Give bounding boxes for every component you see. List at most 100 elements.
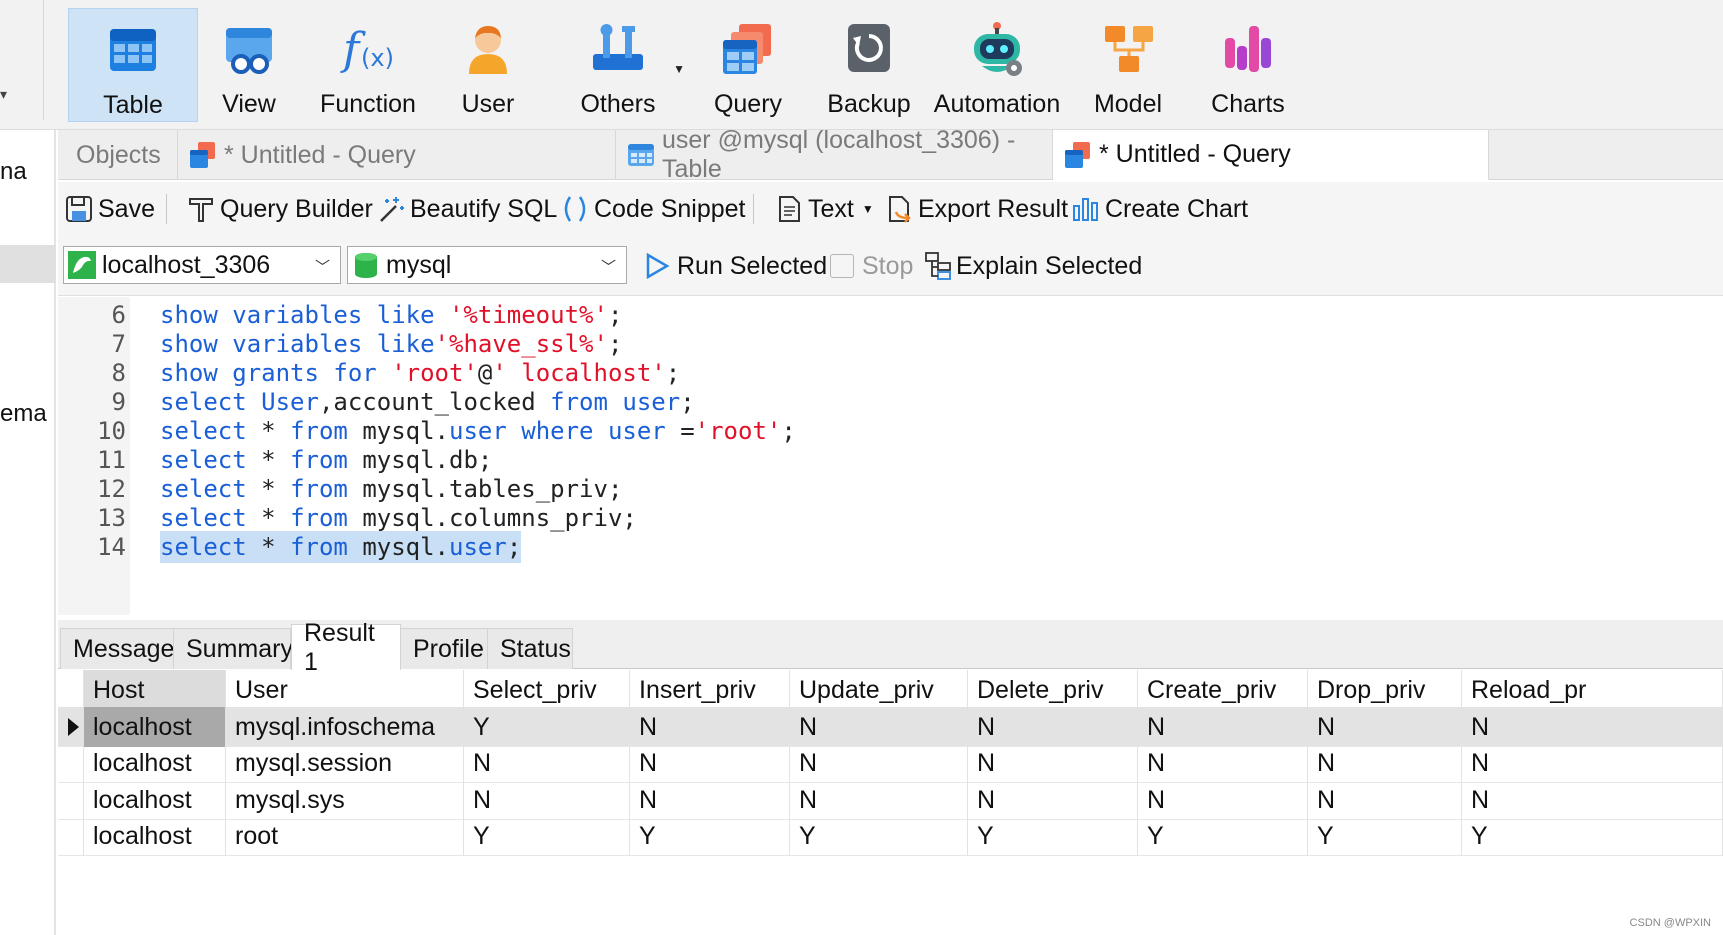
table-cell[interactable]: N bbox=[464, 779, 630, 820]
tab-result-1[interactable]: Result 1 bbox=[291, 619, 401, 676]
create-chart-button[interactable]: Create Chart bbox=[1071, 190, 1248, 228]
table-cell[interactable]: localhost bbox=[84, 779, 226, 820]
column-header[interactable]: Drop_priv bbox=[1308, 670, 1462, 710]
ribbon-model-button[interactable]: Model bbox=[1063, 8, 1193, 122]
column-header[interactable]: Delete_priv bbox=[968, 670, 1138, 710]
table-cell[interactable]: N bbox=[1462, 779, 1723, 820]
code-line[interactable]: 11 select * from mysql.db; bbox=[58, 444, 1723, 476]
column-header[interactable]: Host bbox=[84, 670, 226, 710]
table-cell[interactable]: Y bbox=[1308, 816, 1462, 856]
table-cell[interactable]: mysql.session bbox=[226, 743, 464, 783]
ribbon-collapse-stub[interactable]: ▾ bbox=[0, 0, 44, 120]
sidebar-item-schema-2[interactable]: ema bbox=[0, 400, 47, 428]
row-selector[interactable] bbox=[62, 779, 84, 820]
table-cell[interactable]: Y bbox=[464, 816, 630, 856]
table-cell[interactable]: N bbox=[968, 743, 1138, 783]
run-selected-button[interactable]: Run Selected bbox=[643, 248, 827, 284]
sidebar-item-schema-1[interactable]: na bbox=[0, 158, 27, 186]
tab-profile[interactable]: Profile bbox=[400, 628, 488, 669]
tab-status[interactable]: Status bbox=[487, 628, 573, 669]
table-cell[interactable]: N bbox=[630, 706, 790, 747]
ribbon-automation-button[interactable]: Automation bbox=[932, 8, 1062, 122]
table-cell[interactable]: root bbox=[226, 816, 464, 856]
code-snippet-button[interactable]: Code Snippet bbox=[560, 190, 746, 228]
table-cell[interactable]: N bbox=[1308, 779, 1462, 820]
table-cell[interactable]: N bbox=[464, 743, 630, 783]
table-cell[interactable]: localhost bbox=[84, 816, 226, 856]
table-cell[interactable]: N bbox=[1308, 743, 1462, 783]
table-cell[interactable]: N bbox=[1462, 706, 1723, 747]
query-builder-button[interactable]: Query Builder bbox=[186, 190, 373, 228]
table-cell[interactable]: Y bbox=[790, 816, 968, 856]
table-cell[interactable]: mysql.sys bbox=[226, 779, 464, 820]
ribbon-table-button[interactable]: Table bbox=[68, 8, 198, 122]
column-header[interactable]: Create_priv bbox=[1138, 670, 1308, 710]
column-header[interactable]: Reload_pr bbox=[1462, 670, 1723, 710]
table-cell[interactable]: Y bbox=[630, 816, 790, 856]
table-cell[interactable]: N bbox=[968, 779, 1138, 820]
table-cell[interactable]: N bbox=[630, 743, 790, 783]
export-result-button[interactable]: Export Result bbox=[884, 190, 1068, 228]
table-cell[interactable]: N bbox=[968, 706, 1138, 747]
table-cell[interactable]: Y bbox=[1138, 816, 1308, 856]
ribbon-charts-button[interactable]: Charts bbox=[1183, 8, 1313, 122]
table-cell[interactable]: mysql.infoschema bbox=[226, 706, 464, 747]
table-cell[interactable]: N bbox=[790, 743, 968, 783]
explain-selected-button[interactable]: Explain Selected bbox=[924, 248, 1142, 284]
tab-message[interactable]: Message bbox=[60, 628, 175, 669]
table-cell[interactable]: localhost bbox=[84, 706, 226, 747]
sql-editor[interactable]: 6 show variables like '%timeout%'; 7 show v… bbox=[58, 297, 1723, 615]
table-cell[interactable]: N bbox=[1462, 743, 1723, 783]
table-cell[interactable]: N bbox=[790, 706, 968, 747]
code-line[interactable]: 13 select * from mysql.columns_priv; bbox=[58, 502, 1723, 534]
code-line[interactable]: 10 select * from mysql.user where user ='… bbox=[58, 415, 1723, 447]
save-button[interactable]: Save bbox=[64, 190, 155, 228]
column-header[interactable]: Insert_priv bbox=[630, 670, 790, 710]
table-row[interactable]: localhost mysql.sys N N N N N N N bbox=[58, 779, 1723, 820]
table-cell[interactable]: N bbox=[790, 779, 968, 820]
row-selector[interactable] bbox=[62, 743, 84, 783]
table-row[interactable]: localhost root Y Y Y Y Y Y Y bbox=[58, 816, 1723, 856]
connection-select[interactable]: localhost_3306 ﹀ bbox=[63, 246, 341, 284]
table-cell[interactable]: localhost bbox=[84, 743, 226, 783]
column-header[interactable]: Update_priv bbox=[790, 670, 968, 710]
table-cell[interactable]: N bbox=[1138, 779, 1308, 820]
row-selector[interactable] bbox=[62, 706, 84, 747]
table-row[interactable]: localhost mysql.infoschema Y N N N N N N bbox=[58, 706, 1723, 747]
code-line[interactable]: 12 select * from mysql.tables_priv; bbox=[58, 473, 1723, 505]
code-line[interactable]: 9 select User,account_locked from user; bbox=[58, 386, 1723, 418]
caret-down-icon[interactable]: ▼ bbox=[862, 202, 874, 216]
table-cell[interactable]: Y bbox=[464, 706, 630, 747]
ribbon-others-button[interactable]: Others ▼ bbox=[553, 8, 685, 122]
ribbon-view-button[interactable]: View bbox=[184, 8, 314, 122]
tab-user-table[interactable]: user @mysql (localhost_3306) - Table bbox=[616, 126, 1053, 183]
ribbon-backup-button[interactable]: Backup bbox=[804, 8, 934, 122]
row-selector[interactable] bbox=[62, 816, 84, 856]
code-line[interactable]: 6 show variables like '%timeout%'; bbox=[58, 299, 1723, 331]
table-cell[interactable]: N bbox=[1138, 743, 1308, 783]
ribbon-function-button[interactable]: f (x) Function bbox=[303, 8, 433, 122]
ribbon-user-button[interactable]: User bbox=[423, 8, 553, 122]
table-cell[interactable]: N bbox=[630, 779, 790, 820]
column-header[interactable]: Select_priv bbox=[464, 670, 630, 710]
ribbon-query-button[interactable]: Query bbox=[683, 8, 813, 122]
table-row[interactable]: localhost mysql.session N N N N N N N bbox=[58, 743, 1723, 783]
table-cell[interactable]: Y bbox=[1462, 816, 1723, 856]
result-grid[interactable]: Host User Select_priv Insert_priv Update_pri… bbox=[58, 670, 1723, 935]
table-cell[interactable]: Y bbox=[968, 816, 1138, 856]
sidebar-selected-item[interactable] bbox=[0, 245, 56, 283]
column-header[interactable]: User bbox=[226, 670, 464, 710]
table-cell[interactable]: N bbox=[1308, 706, 1462, 747]
tab-summary[interactable]: Summary bbox=[173, 628, 293, 669]
tab-untitled-query-2[interactable]: * Untitled - Query bbox=[1053, 130, 1489, 180]
code-line[interactable]: 7 show variables like'%have_ssl%'; bbox=[58, 328, 1723, 360]
code-line[interactable]: 14 select * from mysql.user; bbox=[58, 531, 1723, 563]
beautify-sql-button[interactable]: Beautify SQL bbox=[376, 190, 557, 228]
stop-button[interactable]: Stop bbox=[830, 248, 913, 284]
tab-untitled-query-1[interactable]: * Untitled - Query bbox=[178, 130, 616, 180]
code-line[interactable]: 8 show grants for 'root'@' localhost'; bbox=[58, 357, 1723, 389]
text-output-button[interactable]: Text ▼ bbox=[774, 190, 874, 228]
tab-objects[interactable]: Objects bbox=[66, 130, 178, 180]
table-cell[interactable]: N bbox=[1138, 706, 1308, 747]
database-select[interactable]: mysql ﹀ bbox=[347, 246, 627, 284]
